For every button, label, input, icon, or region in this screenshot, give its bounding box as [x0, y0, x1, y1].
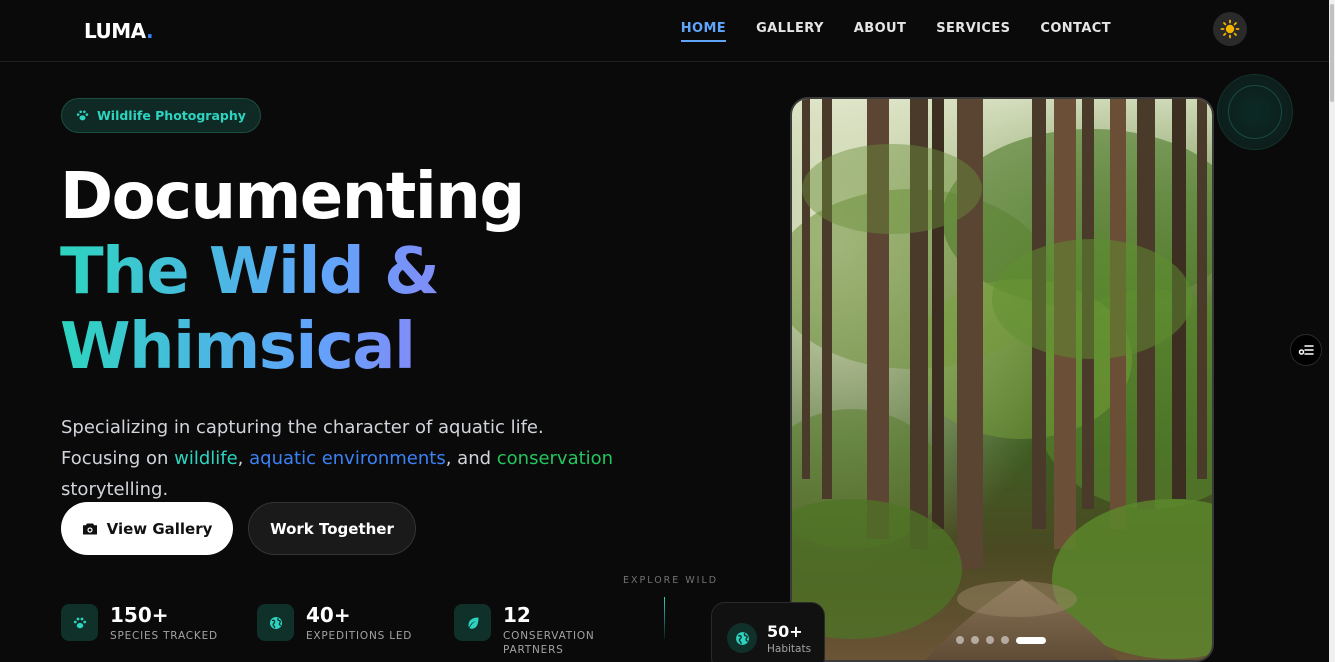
page-scrollbar[interactable]: [1329, 0, 1335, 662]
nav-gallery-link[interactable]: GALLERY: [756, 21, 824, 42]
logo[interactable]: LUMA.: [84, 19, 154, 43]
nav-services-link[interactable]: SERVICES: [936, 21, 1010, 42]
slide-dot-active[interactable]: [1016, 636, 1046, 644]
subtitle-highlight-aquatic: aquatic environments: [249, 448, 446, 469]
stat-conservation: 12 CONSERVATION PARTNERS: [454, 604, 595, 657]
category-badge: Wildlife Photography: [61, 98, 261, 133]
stat-icon-box: [61, 604, 98, 641]
sun-icon: [1220, 19, 1240, 39]
explore-wild-label: EXPLORE WILD: [623, 575, 719, 586]
work-together-button[interactable]: Work Together: [248, 502, 416, 555]
stat-icon-box: [257, 604, 294, 641]
theme-toggle-button[interactable]: [1213, 12, 1247, 46]
nav-contact-link[interactable]: CONTACT: [1040, 21, 1111, 42]
slide-dot[interactable]: [1001, 636, 1009, 644]
main-nav: HOME GALLERY ABOUT SERVICES CONTACT: [680, 21, 1111, 42]
navbar: LUMA. HOME GALLERY ABOUT SERVICES CONTAC…: [0, 0, 1335, 62]
habitats-card: 50+ Habitats: [711, 602, 825, 662]
nav-about-link[interactable]: ABOUT: [854, 21, 906, 42]
slide-dot[interactable]: [986, 636, 994, 644]
slide-dot[interactable]: [956, 636, 964, 644]
badge-label: Wildlife Photography: [97, 108, 246, 123]
hero-forest-image: [790, 97, 1214, 662]
view-gallery-button[interactable]: View Gallery: [61, 502, 233, 555]
leaf-icon: [468, 617, 478, 629]
subtitle-separator: ,: [237, 448, 250, 469]
stat-value: 40+: [306, 603, 351, 627]
slide-dot[interactable]: [971, 636, 979, 644]
decorative-orb: [1217, 74, 1293, 150]
subtitle-separator: , and: [445, 448, 497, 469]
explore-scroll-indicator[interactable]: [664, 597, 665, 639]
camera-icon: [82, 523, 97, 534]
logo-dot: .: [146, 19, 154, 43]
stat-icon-box: [454, 604, 491, 641]
settings-fab-button[interactable]: [1290, 334, 1322, 366]
decorative-orb-ring: [1228, 85, 1282, 139]
stat-label-line-1: CONSERVATION: [503, 630, 595, 642]
stat-label: CONSERVATION PARTNERS: [503, 629, 595, 657]
stat-value: 12: [503, 603, 531, 627]
globe-icon: [735, 631, 749, 645]
headline-line-1: Documenting: [60, 160, 525, 234]
stat-expeditions: 40+ EXPEDITIONS LED: [257, 604, 412, 643]
globe-icon: [269, 616, 282, 629]
paw-icon: [73, 617, 86, 628]
subtitle-highlight-wildlife: wildlife: [174, 448, 238, 469]
stat-value: 150+: [110, 603, 169, 627]
stat-label: SPECIES TRACKED: [110, 630, 218, 642]
subtitle-end: storytelling.: [61, 479, 169, 500]
habitats-icon-box: [727, 623, 757, 653]
paw-icon: [76, 110, 89, 121]
stat-species: 150+ SPECIES TRACKED: [61, 604, 218, 643]
work-together-label: Work Together: [270, 519, 394, 538]
headline-line-2: The Wild &: [60, 235, 440, 309]
headline-line-3: Whimsical: [60, 310, 416, 384]
stat-label: EXPEDITIONS LED: [306, 630, 413, 642]
habitats-label: Habitats: [767, 643, 812, 655]
hero-subtitle: Specializing in capturing the character …: [61, 412, 621, 505]
logo-text: LUMA: [84, 19, 147, 43]
stat-label-line-2: PARTNERS: [503, 644, 564, 656]
view-gallery-label: View Gallery: [106, 519, 213, 538]
forest-illustration: [792, 99, 1212, 660]
scrollbar-thumb[interactable]: [1330, 4, 1334, 102]
slide-indicators: [956, 636, 1046, 644]
subtitle-highlight-conservation: conservation: [496, 448, 614, 469]
habitats-value: 50+: [767, 622, 803, 641]
nav-home-link[interactable]: HOME: [680, 21, 727, 42]
hero-headline: Documenting The Wild & Whimsical: [60, 160, 525, 385]
sliders-icon: [1298, 345, 1314, 355]
